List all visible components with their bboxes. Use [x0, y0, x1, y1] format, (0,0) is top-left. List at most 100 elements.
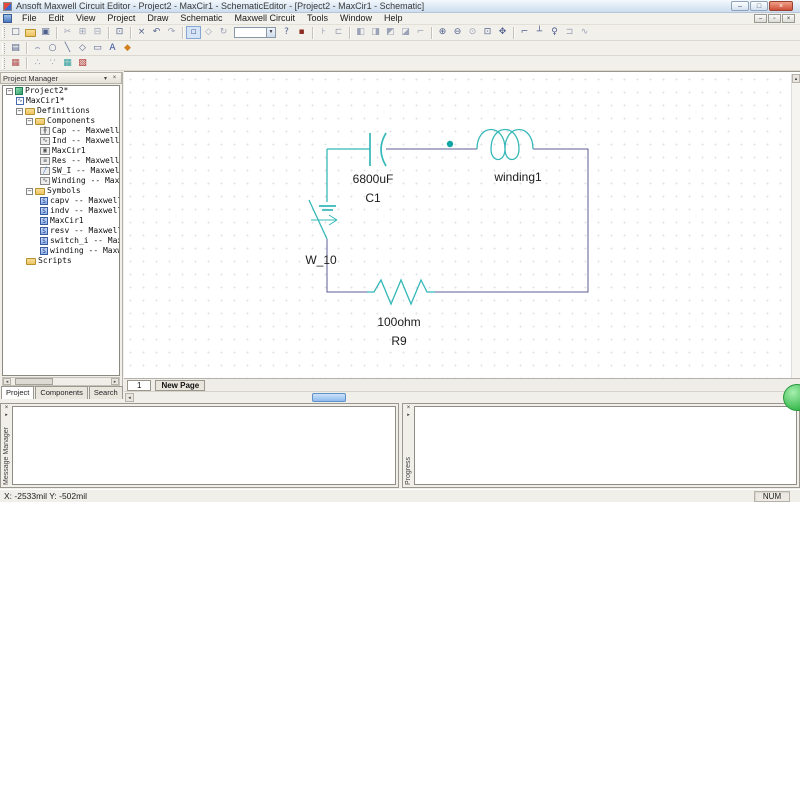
tree-item-cap[interactable]: ╫ Cap -- Maxwell C	[3, 126, 119, 136]
cut-icon[interactable]: ✂	[60, 26, 75, 39]
wire-tool-icon[interactable]: ⌐	[517, 26, 532, 39]
toolbar-grip[interactable]	[2, 42, 5, 54]
wires[interactable]	[326, 148, 589, 293]
combo-dropdown-icon[interactable]: ▼	[266, 28, 275, 37]
scroll-left-icon[interactable]: ◂	[3, 378, 11, 385]
panel-pin-icon[interactable]: ▾	[101, 75, 110, 82]
ground-tool-icon[interactable]: ┴	[532, 26, 547, 39]
capacitor-plate-right[interactable]	[380, 132, 387, 167]
zoom-fit-icon[interactable]: ⊙	[465, 26, 480, 39]
probe-tool-icon[interactable]: ♀	[547, 26, 562, 39]
collapse-icon[interactable]: −	[26, 187, 33, 195]
stop-icon[interactable]: ▪	[294, 26, 309, 39]
line-tool-icon[interactable]: ╲	[60, 42, 75, 55]
panel-pin-icon[interactable]: ▸	[5, 412, 8, 419]
mirror-vertical-icon[interactable]: ◨	[368, 26, 383, 39]
panel-close-icon[interactable]: ×	[5, 404, 9, 412]
menu-edit[interactable]: Edit	[43, 13, 71, 24]
polygon-tool-icon[interactable]: ◇	[75, 42, 90, 55]
tree-item-capv[interactable]: S capv -- Maxwell	[3, 196, 119, 206]
schematic-canvas[interactable]: 6800uF C1 winding1 W_10 100ohm R9 ▴	[124, 73, 800, 378]
menu-window[interactable]: Window	[334, 13, 378, 24]
menu-schematic[interactable]: Schematic	[174, 13, 228, 24]
curve-tool-icon[interactable]: ∿	[577, 26, 592, 39]
menu-maxwell-circuit[interactable]: Maxwell Circuit	[228, 13, 301, 24]
delete-icon[interactable]: ×	[134, 26, 149, 39]
tab-project[interactable]: Project	[1, 386, 35, 399]
tree-item-switch-symbol[interactable]: S switch_i -- Maxw	[3, 236, 119, 246]
mdi-restore-button[interactable]: ▫	[768, 14, 781, 23]
menu-help[interactable]: Help	[378, 13, 409, 24]
schematic-vscrollbar[interactable]: ▴	[791, 74, 800, 378]
resistor-zigzag[interactable]	[367, 278, 435, 306]
resistor-name-label[interactable]: R9	[391, 334, 407, 348]
grid-dots-icon[interactable]: ∴	[30, 57, 45, 70]
switch-name-label[interactable]: W_10	[305, 253, 337, 267]
new-page-tab[interactable]: New Page	[155, 379, 206, 391]
copy-icon[interactable]: ⊞	[75, 26, 90, 39]
scroll-right-icon[interactable]: ▸	[111, 378, 119, 385]
panel-close-icon[interactable]: ×	[407, 404, 411, 412]
save-icon[interactable]: ▣	[38, 26, 53, 39]
tab-search[interactable]: Search	[88, 386, 123, 399]
tree-item-scripts[interactable]: Scripts	[3, 256, 119, 266]
menu-tools[interactable]: Tools	[301, 13, 334, 24]
tab-components[interactable]: Components	[35, 386, 88, 399]
toolbar-grip[interactable]	[2, 27, 5, 38]
progress-content[interactable]	[414, 406, 797, 485]
tree-item-maxcir[interactable]: ∿ MaxCir1*	[3, 96, 119, 106]
tree-item-symbols[interactable]: − Symbols	[3, 186, 119, 196]
open-file-icon[interactable]	[25, 28, 36, 37]
pan-hand-icon[interactable]: ✥	[495, 26, 510, 39]
components[interactable]	[308, 129, 534, 306]
zoom-in-icon[interactable]: ⊕	[435, 26, 450, 39]
schematic-hscrollbar[interactable]: ◂	[124, 391, 800, 403]
scroll-left-icon[interactable]: ◂	[125, 393, 134, 402]
zoom-area-icon[interactable]: ⊡	[480, 26, 495, 39]
collapse-icon[interactable]: −	[6, 87, 13, 95]
annotation-icon[interactable]: ▧	[75, 57, 90, 70]
circle-tool-icon[interactable]: ○	[45, 42, 60, 55]
resistor-value-label[interactable]: 100ohm	[377, 315, 420, 329]
capacitor-name-label[interactable]: C1	[365, 191, 381, 205]
node-dot[interactable]	[446, 140, 454, 148]
sheet-icon[interactable]: ▤	[8, 42, 23, 55]
menu-project[interactable]: Project	[101, 13, 141, 24]
tree-item-maxcir1-symbol[interactable]: S MaxCir1	[3, 216, 119, 226]
snap-icon[interactable]: ⊦	[316, 26, 331, 39]
maximize-button[interactable]: □	[750, 1, 768, 11]
rotate-icon[interactable]: ↻	[216, 26, 231, 39]
panel-close-icon[interactable]: ×	[110, 75, 119, 81]
bus-tool-icon[interactable]: ⊐	[562, 26, 577, 39]
inductor-coil[interactable]	[476, 129, 534, 161]
panel-pin-icon[interactable]: ▸	[407, 412, 410, 419]
swap-icon[interactable]: ⌐	[413, 26, 428, 39]
collapse-icon[interactable]: −	[26, 117, 33, 125]
page-tab-1[interactable]: 1	[127, 379, 152, 391]
toolbar-grip[interactable]	[2, 57, 5, 69]
hscroll-thumb[interactable]	[312, 393, 346, 402]
tree-item-maxcir1[interactable]: ▣ MaxCir1	[3, 146, 119, 156]
grid-lines-icon[interactable]: ∵	[45, 57, 60, 70]
hscroll-thumb[interactable]	[15, 378, 53, 385]
zoom-out-icon[interactable]: ⊖	[450, 26, 465, 39]
minimize-button[interactable]: –	[731, 1, 749, 11]
mdi-minimize-button[interactable]: –	[754, 14, 767, 23]
capacitor-value-label[interactable]: 6800uF	[353, 172, 394, 186]
tree-item-winding[interactable]: ∿ Winding -- Maxwe	[3, 176, 119, 186]
arc-tool-icon[interactable]: ⌢	[30, 42, 45, 55]
menu-draw[interactable]: Draw	[141, 13, 174, 24]
message-manager-content[interactable]	[12, 406, 396, 485]
zoom-level-combobox[interactable]: ▼	[234, 27, 276, 38]
tree-item-definitions[interactable]: − Definitions	[3, 106, 119, 116]
menu-view[interactable]: View	[70, 13, 101, 24]
text-tool-icon[interactable]: A	[105, 42, 120, 55]
align-icon[interactable]: ◪	[398, 26, 413, 39]
mirror-horizontal-icon[interactable]: ◧	[353, 26, 368, 39]
properties-icon[interactable]: ⊏	[331, 26, 346, 39]
winding-name-label[interactable]: winding1	[493, 170, 542, 184]
table-icon[interactable]: ▦	[60, 57, 75, 70]
tree-item-ind[interactable]: ∿ Ind -- Maxwell C	[3, 136, 119, 146]
tree-item-res[interactable]: ≡ Res -- Maxwell C	[3, 156, 119, 166]
paste-icon[interactable]: ⊟	[90, 26, 105, 39]
